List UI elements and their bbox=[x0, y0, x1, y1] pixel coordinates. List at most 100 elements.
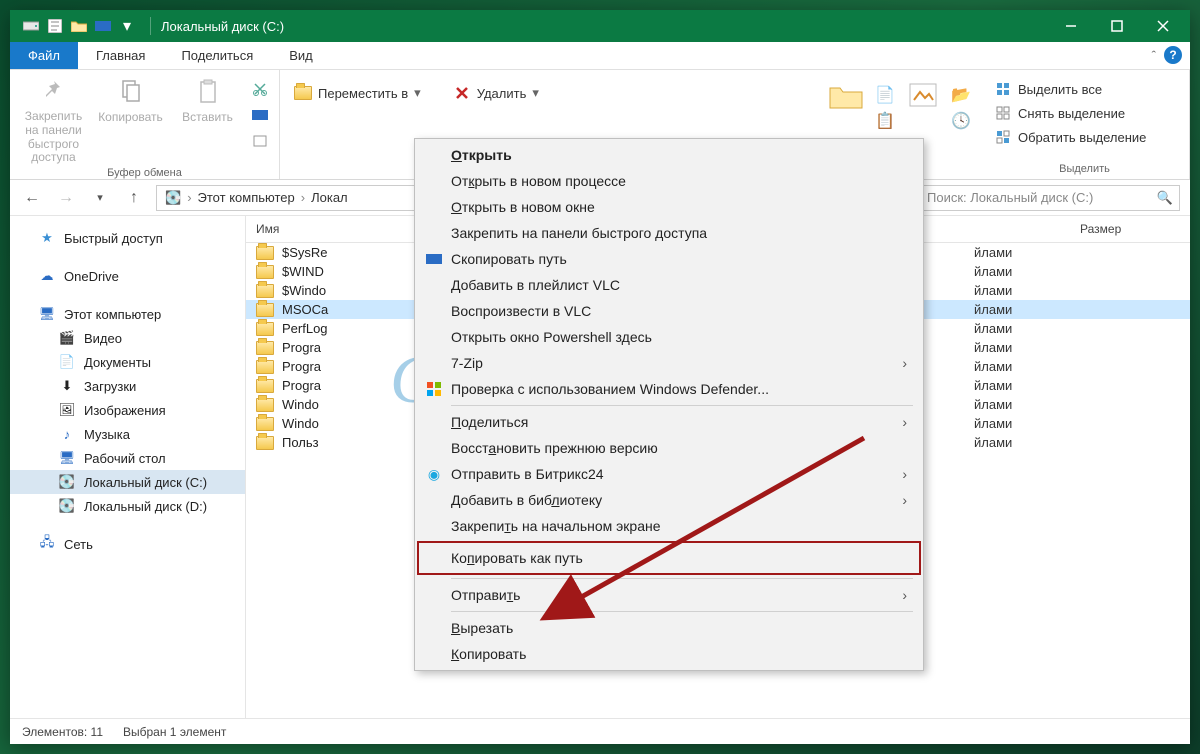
music-icon: ♪ bbox=[58, 425, 76, 443]
sidebar-item-onedrive[interactable]: ☁OneDrive bbox=[10, 264, 245, 288]
recent-button[interactable]: ▾ bbox=[88, 186, 112, 210]
file-name: Progra bbox=[282, 359, 321, 374]
file-name: Progra bbox=[282, 378, 321, 393]
explorer-window: ▾ Локальный диск (C:) Файл Главная Подел… bbox=[10, 10, 1190, 744]
help-icon[interactable]: ? bbox=[1164, 46, 1182, 64]
ctx-share[interactable]: Поделиться› bbox=[417, 409, 921, 435]
file-name: MSOCa bbox=[282, 302, 328, 317]
forward-button[interactable]: → bbox=[54, 186, 78, 210]
pin-button[interactable]: Закрепить на панели быстрого доступа bbox=[18, 74, 89, 165]
delete-button[interactable]: Удалить ▾ bbox=[447, 82, 545, 104]
ctx-pin-quick[interactable]: Закрепить на панели быстрого доступа bbox=[417, 220, 921, 246]
ctx-copy[interactable]: Копировать bbox=[417, 641, 921, 667]
cut-icon[interactable] bbox=[249, 78, 271, 100]
move-to-button[interactable]: Переместить в ▾ bbox=[288, 82, 427, 104]
easy-access-icon[interactable]: 📋 bbox=[874, 110, 896, 132]
folder-icon bbox=[256, 360, 274, 374]
new-item-icon[interactable]: 📄 bbox=[874, 84, 896, 106]
folder-icon bbox=[70, 17, 88, 35]
status-selected: Выбран 1 элемент bbox=[123, 725, 226, 739]
ctx-7zip[interactable]: 7-Zip› bbox=[417, 350, 921, 376]
ctx-copy-as-path[interactable]: Копировать как путь bbox=[417, 541, 921, 575]
folder-icon bbox=[256, 284, 274, 298]
download-icon: ⬇ bbox=[58, 377, 76, 395]
file-name: Progra bbox=[282, 340, 321, 355]
maximize-button[interactable] bbox=[1094, 10, 1140, 42]
ctx-vlc-play[interactable]: Воспроизвести в VLC bbox=[417, 298, 921, 324]
select-none-button[interactable]: Снять выделение bbox=[988, 102, 1181, 124]
chevron-up-icon[interactable]: ˆ bbox=[1152, 48, 1156, 63]
minimize-button[interactable] bbox=[1048, 10, 1094, 42]
select-all-button[interactable]: Выделить все bbox=[988, 78, 1181, 100]
sidebar-item-docs[interactable]: 📄Документы bbox=[10, 350, 245, 374]
ribbon-group-select: Выделить bbox=[988, 161, 1181, 177]
ctx-defender[interactable]: Проверка с использованием Windows Defend… bbox=[417, 376, 921, 402]
copypath-small-icon bbox=[425, 250, 443, 268]
chevron-down-icon[interactable]: ▾ bbox=[118, 17, 136, 35]
invert-icon bbox=[994, 128, 1012, 146]
desktop-icon: 🖥 bbox=[58, 449, 76, 467]
context-menu: Открыть Открыть в новом процессе Открыть… bbox=[414, 138, 924, 671]
ctx-open-newwin[interactable]: Открыть в новом окне bbox=[417, 194, 921, 220]
folder-icon bbox=[256, 436, 274, 450]
sidebar-item-pc[interactable]: 🖥Этот компьютер bbox=[10, 302, 245, 326]
selectnone-icon bbox=[994, 104, 1012, 122]
ctx-open[interactable]: Открыть bbox=[417, 142, 921, 168]
tab-share[interactable]: Поделиться bbox=[163, 42, 271, 69]
sidebar-item-diskd[interactable]: 💽Локальный диск (D:) bbox=[10, 494, 245, 518]
chevron-right-icon: › bbox=[902, 355, 907, 371]
defender-icon bbox=[425, 380, 443, 398]
chevron-right-icon: › bbox=[902, 492, 907, 508]
copypath-icon[interactable] bbox=[249, 104, 271, 126]
ctx-send-to[interactable]: Отправить› bbox=[417, 582, 921, 608]
sidebar-item-downloads[interactable]: ⬇Загрузки bbox=[10, 374, 245, 398]
tab-file[interactable]: Файл bbox=[10, 42, 78, 69]
ctx-open-newproc[interactable]: Открыть в новом процессе bbox=[417, 168, 921, 194]
folder-icon bbox=[256, 265, 274, 279]
sidebar-item-images[interactable]: 🖼Изображения bbox=[10, 398, 245, 422]
paste-shortcut-icon[interactable] bbox=[249, 130, 271, 152]
up-button[interactable]: ↑ bbox=[122, 186, 146, 210]
ctx-vlc-add[interactable]: Добавить в плейлист VLC bbox=[417, 272, 921, 298]
sidebar-item-diskc[interactable]: 💽Локальный диск (C:) bbox=[10, 470, 245, 494]
status-count: Элементов: 11 bbox=[22, 725, 103, 739]
newfolder-icon[interactable] bbox=[828, 80, 864, 115]
ctx-powershell[interactable]: Открыть окно Powershell здесь bbox=[417, 324, 921, 350]
pin-icon bbox=[37, 74, 71, 108]
invert-selection-button[interactable]: Обратить выделение bbox=[988, 126, 1181, 148]
col-size[interactable]: Размер bbox=[1070, 216, 1190, 242]
paste-button[interactable]: Вставить bbox=[172, 74, 243, 165]
star-icon: ★ bbox=[38, 229, 56, 247]
sidebar-item-desktop[interactable]: 🖥Рабочий стол bbox=[10, 446, 245, 470]
chevron-right-icon: › bbox=[902, 414, 907, 430]
chevron-right-icon: › bbox=[902, 466, 907, 482]
tab-view[interactable]: Вид bbox=[271, 42, 331, 69]
ctx-library[interactable]: Добавить в библиотеку› bbox=[417, 487, 921, 513]
sidebar: ★Быстрый доступ ☁OneDrive 🖥Этот компьюте… bbox=[10, 216, 246, 718]
chevron-right-icon: › bbox=[902, 587, 907, 603]
sidebar-item-music[interactable]: ♪Музыка bbox=[10, 422, 245, 446]
drive-icon bbox=[22, 17, 40, 35]
properties-icon[interactable] bbox=[906, 80, 940, 115]
search-input[interactable]: Поиск: Локальный диск (C:) 🔍 bbox=[920, 185, 1180, 211]
ctx-bitrix[interactable]: ◉Отправить в Битрикс24› bbox=[417, 461, 921, 487]
sidebar-item-network[interactable]: 🖧Сеть bbox=[10, 532, 245, 556]
folder-icon bbox=[256, 303, 274, 317]
folder-icon bbox=[256, 417, 274, 431]
sidebar-item-video[interactable]: 🎬Видео bbox=[10, 326, 245, 350]
drive-c-icon: 💽 bbox=[58, 473, 76, 491]
tab-home[interactable]: Главная bbox=[78, 42, 163, 69]
ctx-pin-start[interactable]: Закрепить на начальном экране bbox=[417, 513, 921, 539]
ctx-cut[interactable]: Вырезать bbox=[417, 615, 921, 641]
close-button[interactable] bbox=[1140, 10, 1186, 42]
copy-button[interactable]: Копировать bbox=[95, 74, 166, 165]
ctx-copy-path[interactable]: Скопировать путь bbox=[417, 246, 921, 272]
cloud-icon: ☁ bbox=[38, 267, 56, 285]
sidebar-item-quick[interactable]: ★Быстрый доступ bbox=[10, 226, 245, 250]
image-icon: 🖼 bbox=[58, 401, 76, 419]
ctx-restore[interactable]: Восстановить прежнюю версию bbox=[417, 435, 921, 461]
folder-move-icon bbox=[294, 84, 312, 102]
open-icon[interactable]: 📂 bbox=[950, 84, 972, 106]
back-button[interactable]: ← bbox=[20, 186, 44, 210]
history-icon[interactable]: 🕓 bbox=[950, 110, 972, 132]
